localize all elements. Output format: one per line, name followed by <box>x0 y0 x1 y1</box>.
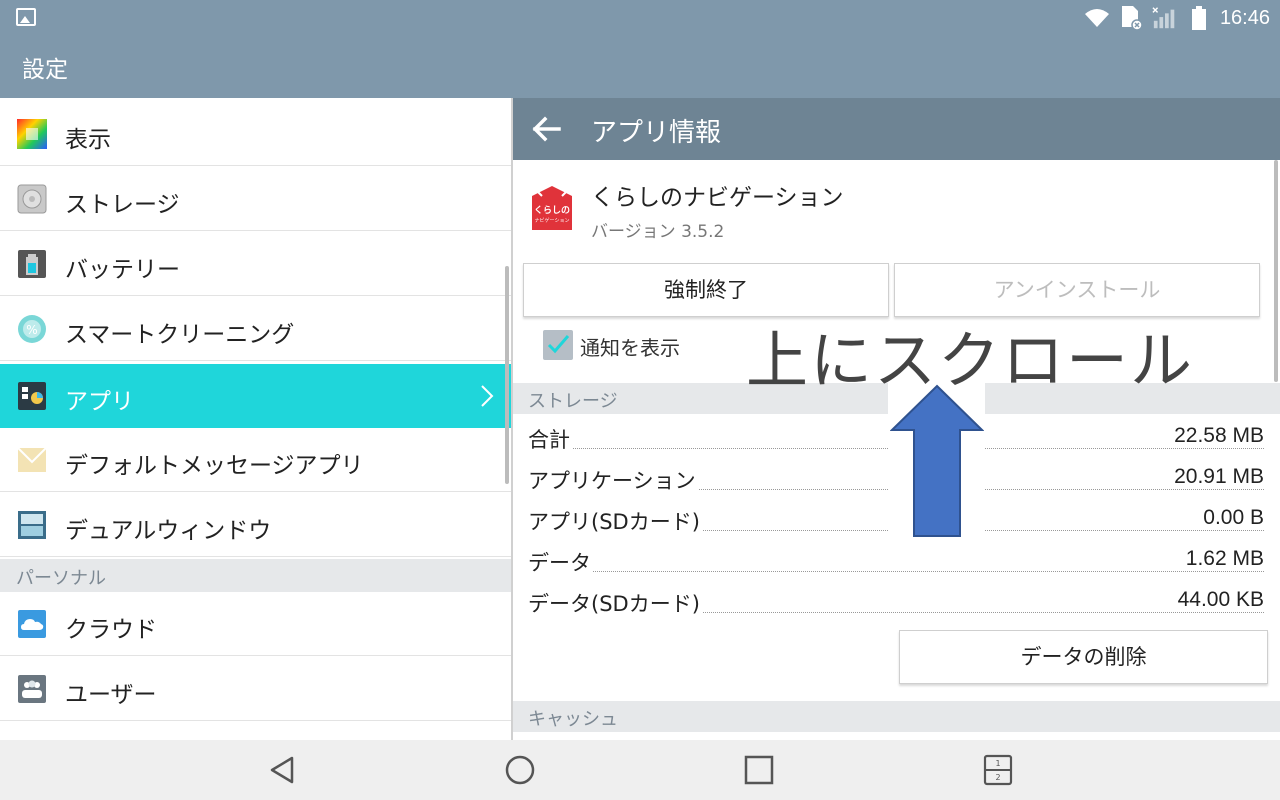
scroll-up-annotation: 上にスクロール <box>746 324 1195 397</box>
app-icon: くらしの ナビゲーション <box>528 186 576 234</box>
storage-row-value: 0.00 B <box>1201 506 1264 530</box>
dual-window-toggle-icon[interactable]: 1 2 <box>980 752 1016 788</box>
section-header-personal: パーソナル <box>0 559 511 592</box>
force-stop-button[interactable]: 強制終了 <box>523 263 889 317</box>
clear-data-button[interactable]: データの削除 <box>899 630 1268 684</box>
storage-row-label: アプリケーション <box>528 465 698 495</box>
dual-window-icon <box>17 510 47 540</box>
users-icon <box>17 674 47 704</box>
menu-item-label: デュアルウィンドウ <box>65 518 272 544</box>
menu-item-label: クラウド <box>65 617 157 643</box>
app-icon-text: くらしの <box>534 205 570 216</box>
menu-item-smart-cleaning[interactable]: % スマートクリーニング <box>0 297 511 361</box>
battery-icon <box>1186 6 1212 30</box>
section-header-label: ストレージ <box>528 391 618 412</box>
page-title: 設定 <box>22 57 68 83</box>
menu-item-label: バッテリー <box>65 257 180 283</box>
check-icon <box>547 335 570 354</box>
scrollbar[interactable] <box>1274 160 1278 382</box>
svg-text:2: 2 <box>995 773 1000 782</box>
menu-item-label: ストレージ <box>65 192 180 218</box>
apps-icon <box>17 381 47 411</box>
storage-row-data: データ 1.62 MB <box>528 547 1264 579</box>
app-icon-subtext: ナビゲーション <box>535 217 570 224</box>
menu-item-label: ユーザー <box>65 682 157 708</box>
menu-item-apps[interactable]: アプリ <box>0 364 511 428</box>
menu-item-users[interactable]: ユーザー <box>0 657 511 721</box>
clock: 16:46 <box>1219 6 1270 29</box>
menu-item-storage[interactable]: ストレージ <box>0 167 511 231</box>
section-header-label: パーソナル <box>16 568 106 589</box>
battery-settings-icon <box>17 249 47 279</box>
storage-row-data-sd: データ(SDカード) 44.00 KB <box>528 588 1264 620</box>
signal-icon <box>1152 6 1178 30</box>
menu-item-dual-window[interactable]: デュアルウィンドウ <box>0 493 511 557</box>
navigation-bar: 1 2 <box>0 740 1280 800</box>
home-icon[interactable] <box>502 752 538 788</box>
recents-icon[interactable] <box>741 752 777 788</box>
menu-item-label: スマートクリーニング <box>65 322 295 348</box>
settings-menu: 表示 ストレージ バッテリー % スマートクリーニング アプリ デフォルトメッセ… <box>0 98 511 740</box>
storage-row-label: データ <box>528 547 593 577</box>
up-arrow-icon <box>890 384 984 537</box>
sim-card-icon <box>1118 6 1144 31</box>
section-header-label: キャッシュ <box>528 709 618 730</box>
app-name: くらしのナビゲーション <box>591 185 844 211</box>
cloud-icon <box>17 609 47 639</box>
menu-item-display[interactable]: 表示 <box>0 102 511 166</box>
svg-text:1: 1 <box>995 759 1000 768</box>
section-header-cache: キャッシュ <box>513 701 1280 732</box>
status-bar: 16:46 <box>0 0 1280 36</box>
storage-icon <box>17 184 47 214</box>
storage-row-value: 1.62 MB <box>1183 547 1264 571</box>
row-leader <box>528 571 1264 572</box>
checkbox[interactable] <box>543 330 573 360</box>
menu-item-label: デフォルトメッセージアプリ <box>65 453 364 479</box>
storage-row-value: 20.91 MB <box>1172 465 1264 489</box>
wifi-icon <box>1084 6 1110 30</box>
menu-item-default-message-app[interactable]: デフォルトメッセージアプリ <box>0 428 511 492</box>
image-notification-icon <box>16 8 36 26</box>
smart-cleaning-icon: % <box>17 314 47 344</box>
uninstall-button: アンインストール <box>894 263 1260 317</box>
scrollbar[interactable] <box>505 266 509 484</box>
message-app-icon <box>17 445 47 475</box>
storage-row-value: 44.00 KB <box>1175 588 1264 612</box>
menu-item-label: 表示 <box>65 127 111 153</box>
app-version: バージョン 3.5.2 <box>591 222 725 242</box>
menu-item-battery[interactable]: バッテリー <box>0 232 511 296</box>
app-info-header: アプリ情報 <box>513 98 1280 160</box>
settings-title-bar: 設定 <box>0 36 1280 98</box>
menu-item-label: アプリ <box>65 389 134 415</box>
back-arrow-icon[interactable] <box>531 114 563 144</box>
menu-item-cloud[interactable]: クラウド <box>0 592 511 656</box>
storage-row-label: データ(SDカード) <box>528 588 702 618</box>
storage-row-label: 合計 <box>528 424 572 454</box>
checkbox-label: 通知を表示 <box>580 336 680 360</box>
back-icon[interactable] <box>264 752 300 788</box>
chevron-right-icon <box>481 385 494 407</box>
storage-row-label: アプリ(SDカード) <box>528 506 702 536</box>
app-info-title: アプリ情報 <box>591 118 722 148</box>
svg-text:%: % <box>26 323 37 337</box>
storage-row-value: 22.58 MB <box>1172 424 1264 448</box>
display-icon <box>17 119 47 149</box>
